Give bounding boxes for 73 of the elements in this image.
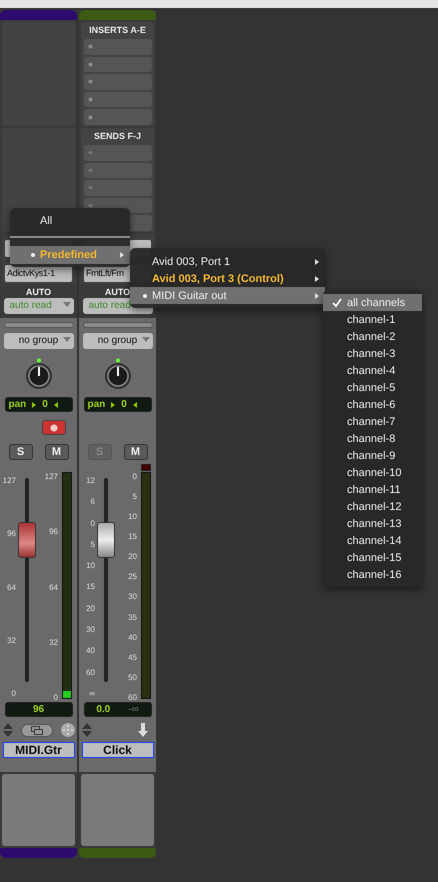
pan-label: pan [8,399,26,410]
menu-item[interactable]: All [10,212,130,230]
menu-item[interactable]: all channels [323,294,422,311]
meter-scale-label: 40 [128,632,137,642]
fader-scale-label: 30 [86,625,95,634]
meter-scale-label: 45 [128,652,137,662]
mute-button[interactable]: M [124,444,148,460]
menu-item[interactable]: channel-5 [323,379,422,396]
meter-scale-label: 32 [49,638,58,647]
volume-value: 96 [32,704,44,715]
fader-scale-label: 5 [90,540,95,549]
fader-scale-label: 6 [90,497,95,506]
pan-display[interactable]: pan 0 [84,397,152,412]
fader-scale-label: ∞ [89,688,95,698]
menu-item[interactable]: channel-16 [323,566,422,583]
pan-display[interactable]: pan 0 [4,397,72,412]
menu-item[interactable]: channel-6 [323,396,422,413]
pan-value: 0 [121,399,127,410]
menu-item[interactable]: channel-13 [323,515,422,532]
fader-scale-label: 10 [86,561,95,570]
menu-item[interactable]: channel-2 [323,328,422,345]
mute-button[interactable]: M [44,444,68,460]
track-name[interactable]: Click [82,742,154,758]
fader-scale-label: 15 [86,582,95,592]
meter-scale-label: 15 [128,532,137,542]
meter-scale-label: 25 [128,572,137,582]
fader-scale-label: 127 [2,476,16,485]
meter-scale-label: 96 [49,527,58,536]
fader-scale-label: 40 [86,646,95,656]
meter-scale-label: 10 [128,512,137,522]
menu-item[interactable]: channel-11 [323,481,422,498]
menu-item[interactable]: channel-12 [323,498,422,515]
menu-item[interactable]: channel-3 [323,345,422,362]
meter-scale-label: 30 [128,592,137,602]
automation-label: AUTO [104,286,130,298]
pan-label: pan [88,399,106,410]
meter-scale-label: 0 [132,472,137,481]
meter-scale-label: 60 [128,692,137,702]
meter-scale-label: 127 [44,472,58,481]
fader-scale-label: 60 [86,668,95,677]
meter-scale-label: 50 [128,672,137,682]
meter-scale-label: 0 [54,693,58,702]
meter-scale-label: 20 [128,552,137,562]
automation-label: AUTO [26,286,52,298]
peak-value: -∞ [128,704,139,715]
meter-scale-label: 35 [128,612,137,622]
group-dropdown[interactable]: no group [82,333,152,349]
solo-button[interactable]: S [8,444,32,460]
menu-item[interactable]: channel-14 [323,532,422,549]
menu-item[interactable]: channel-10 [323,464,422,481]
volume-value: 0.0 [96,704,110,715]
pan-value: 0 [42,399,48,410]
track-name[interactable]: MIDI.Gtr [2,742,74,758]
fader-scale-label: 20 [86,604,95,613]
fader-scale-label: 64 [7,582,16,592]
menu-item[interactable]: channel-9 [323,447,422,464]
meter-scale-label: 5 [132,492,137,502]
section-title: SENDS F-J [94,131,141,142]
meter-scale-label: 64 [49,582,58,592]
menu-item[interactable]: channel-1 [323,311,422,328]
menu-item[interactable]: MIDI Guitar out [130,287,325,304]
output-selector[interactable]: AdictvKys1-1 [5,265,72,282]
group-dropdown[interactable]: no group [4,333,74,349]
menu-item[interactable]: channel-8 [323,430,422,447]
fader-scale-label: 0 [90,518,95,528]
menu-item[interactable]: channel-15 [323,549,422,566]
section-title: INSERTS A-E [89,25,146,36]
fader-scale-label: 32 [7,636,16,645]
fader-scale-label: 96 [7,529,16,538]
menu-item[interactable]: channel-7 [323,413,422,430]
fader-scale-label: 0 [12,689,16,698]
menu-item[interactable]: channel-4 [323,362,422,379]
fader-scale-label: 12 [86,476,95,485]
